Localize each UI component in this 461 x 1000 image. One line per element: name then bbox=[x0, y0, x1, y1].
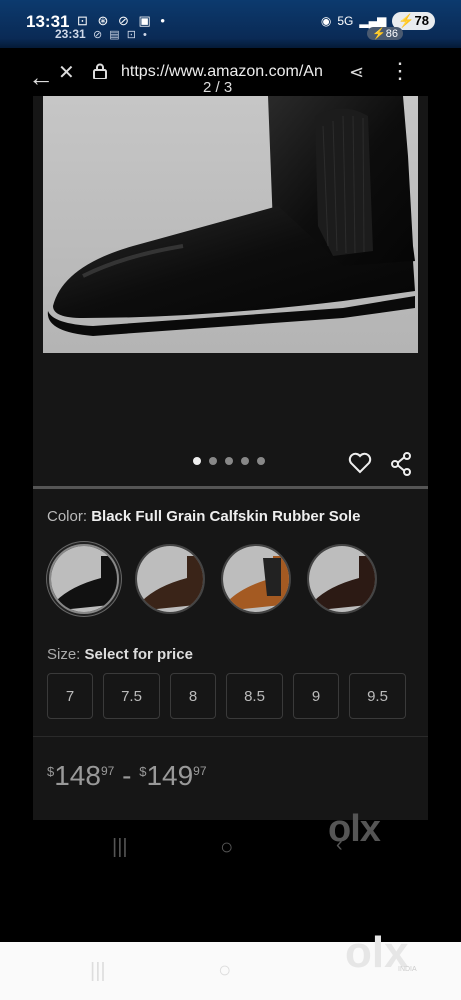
boot-image bbox=[43, 96, 418, 353]
network-label: 5G bbox=[337, 14, 354, 28]
pagination-dot[interactable] bbox=[225, 457, 233, 465]
section-divider bbox=[33, 486, 428, 489]
system-nav-bar: ||| ○ olx INDIA bbox=[0, 928, 461, 1000]
price-range: $14897 - $14997 bbox=[47, 760, 207, 791]
color-swatch-chocolate[interactable] bbox=[307, 544, 377, 614]
size-option[interactable]: 8.5 bbox=[226, 673, 283, 719]
screenshot-nav-bar: ||| ○ ‹ bbox=[0, 832, 461, 868]
size-option[interactable]: 7 bbox=[47, 673, 93, 719]
product-image[interactable] bbox=[43, 96, 418, 353]
status-time-secondary: 23:31 bbox=[55, 27, 86, 41]
olx-watermark-sub: INDIA bbox=[398, 966, 417, 973]
close-icon[interactable]: ✕ bbox=[58, 60, 75, 85]
color-swatch-dark-brown[interactable] bbox=[135, 544, 205, 614]
status-bar: 13:31 23:31 ⊡ ⊛ ⊘ ▣ • ⊘ ▤ ⊡ • ◉ 5G ▂▄▆ ⚡… bbox=[0, 0, 461, 48]
hotspot-icon: ◉ bbox=[320, 14, 332, 28]
notification-icons-secondary: ⊘ ▤ ⊡ • bbox=[93, 29, 149, 41]
pagination-dot[interactable] bbox=[241, 457, 249, 465]
battery-indicator-secondary: ⚡86 bbox=[367, 27, 403, 40]
size-option[interactable]: 8 bbox=[170, 673, 216, 719]
home-icon: ○ bbox=[220, 834, 234, 859]
notification-icons: ⊡ ⊛ ⊘ ▣ • bbox=[77, 13, 168, 28]
share-icon[interactable] bbox=[390, 452, 412, 476]
color-swatch-tan[interactable] bbox=[221, 544, 291, 614]
recent-apps-icon[interactable]: ||| bbox=[90, 960, 106, 983]
size-option[interactable]: 7.5 bbox=[103, 673, 160, 719]
back-icon: ‹ bbox=[336, 834, 343, 856]
image-counter: 2 / 3 bbox=[203, 79, 233, 96]
price-divider bbox=[33, 736, 428, 737]
pagination-dot[interactable] bbox=[257, 457, 265, 465]
more-options-icon[interactable]: ⋮ bbox=[389, 58, 411, 84]
recent-apps-icon: ||| bbox=[112, 836, 128, 858]
color-swatch-black[interactable] bbox=[49, 544, 119, 614]
image-pagination-dots bbox=[193, 457, 265, 465]
back-arrow-icon[interactable]: ← bbox=[28, 64, 54, 90]
size-option[interactable]: 9 bbox=[293, 673, 339, 719]
size-option[interactable]: 9.5 bbox=[349, 673, 406, 719]
size-prompt: Select for price bbox=[84, 646, 193, 663]
lock-icon bbox=[93, 63, 107, 79]
size-options: 7 7.5 8 8.5 9 9.5 bbox=[47, 673, 406, 719]
signal-icon: ▂▄▆ bbox=[359, 14, 387, 28]
pagination-dot[interactable] bbox=[209, 457, 217, 465]
size-selection-label: Size: Select for price bbox=[47, 646, 193, 663]
share-icon[interactable]: ⋖ bbox=[349, 62, 364, 83]
home-icon[interactable]: ○ bbox=[218, 957, 231, 983]
selected-color-name: Black Full Grain Calfskin Rubber Sole bbox=[91, 508, 361, 525]
color-swatches bbox=[49, 544, 377, 614]
color-selection-label: Color: Black Full Grain Calfskin Rubber … bbox=[47, 508, 361, 525]
heart-icon[interactable] bbox=[348, 452, 372, 474]
pagination-dot[interactable] bbox=[193, 457, 201, 465]
